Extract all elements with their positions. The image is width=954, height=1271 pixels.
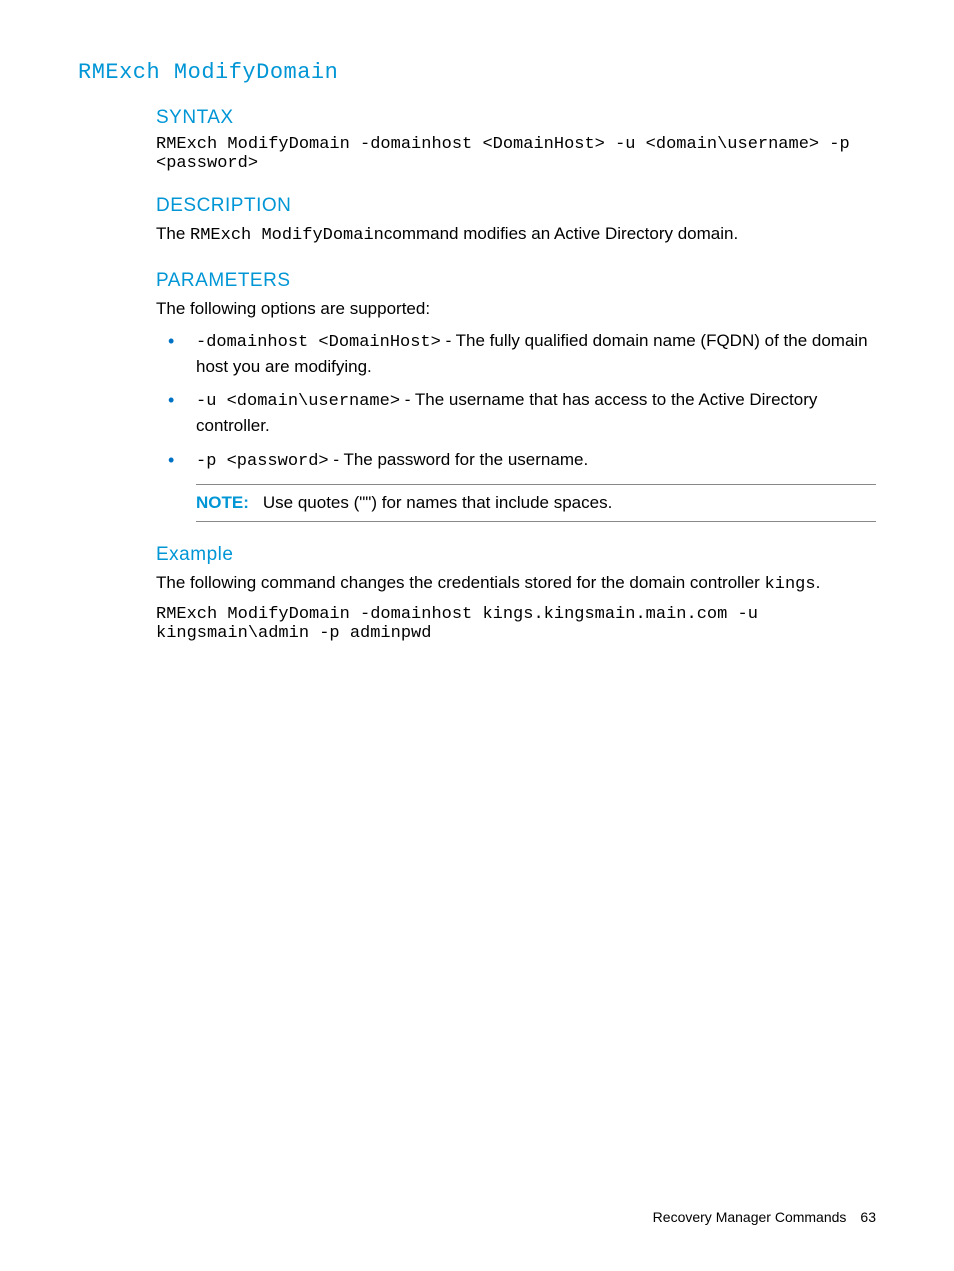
- description-prefix: The: [156, 224, 190, 243]
- page-footer: Recovery Manager Commands 63: [653, 1209, 876, 1225]
- param-sep: -: [400, 390, 415, 409]
- heading-parameters: Parameters: [156, 270, 876, 292]
- page: RMExch ModifyDomain Syntax RMExch Modify…: [0, 0, 954, 1271]
- example-intro: The following command changes the creden…: [156, 572, 876, 597]
- list-item: -u <domain\username> - The username that…: [156, 388, 876, 438]
- page-title: RMExch ModifyDomain: [78, 60, 876, 85]
- param-sep: -: [441, 331, 456, 350]
- note-text: Use quotes ("") for names that include s…: [263, 493, 612, 512]
- param-sep: -: [329, 450, 344, 469]
- note-box: NOTE: Use quotes ("") for names that incl…: [196, 484, 876, 522]
- example-intro-prefix: The following command changes the creden…: [156, 573, 765, 592]
- footer-page-number: 63: [860, 1209, 876, 1225]
- heading-example: Example: [156, 544, 876, 566]
- heading-description: Description: [156, 195, 876, 217]
- example-code: RMExch ModifyDomain -domainhost kings.ki…: [156, 605, 876, 643]
- parameters-list: -domainhost <DomainHost> - The fully qua…: [156, 329, 876, 474]
- example-intro-code: kings: [765, 575, 816, 594]
- syntax-code: RMExch ModifyDomain -domainhost <DomainH…: [156, 135, 876, 173]
- example-intro-suffix: .: [816, 573, 821, 592]
- content-section: Syntax RMExch ModifyDomain -domainhost <…: [156, 107, 876, 643]
- heading-syntax: Syntax: [156, 107, 876, 129]
- description-command: RMExch ModifyDomain: [190, 226, 384, 245]
- description-text: The RMExch ModifyDomaincommand modifies …: [156, 223, 876, 248]
- param-text: The password for the username.: [343, 450, 588, 469]
- note-label: NOTE:: [196, 493, 249, 512]
- description-suffix: command modifies an Active Directory dom…: [384, 224, 738, 243]
- param-code: -domainhost <DomainHost>: [196, 333, 441, 352]
- list-item: -domainhost <DomainHost> - The fully qua…: [156, 329, 876, 379]
- footer-section: Recovery Manager Commands: [653, 1209, 847, 1225]
- param-code: -p <password>: [196, 452, 329, 471]
- param-code: -u <domain\username>: [196, 392, 400, 411]
- list-item: -p <password> - The password for the use…: [156, 448, 876, 474]
- parameters-intro: The following options are supported:: [156, 298, 876, 321]
